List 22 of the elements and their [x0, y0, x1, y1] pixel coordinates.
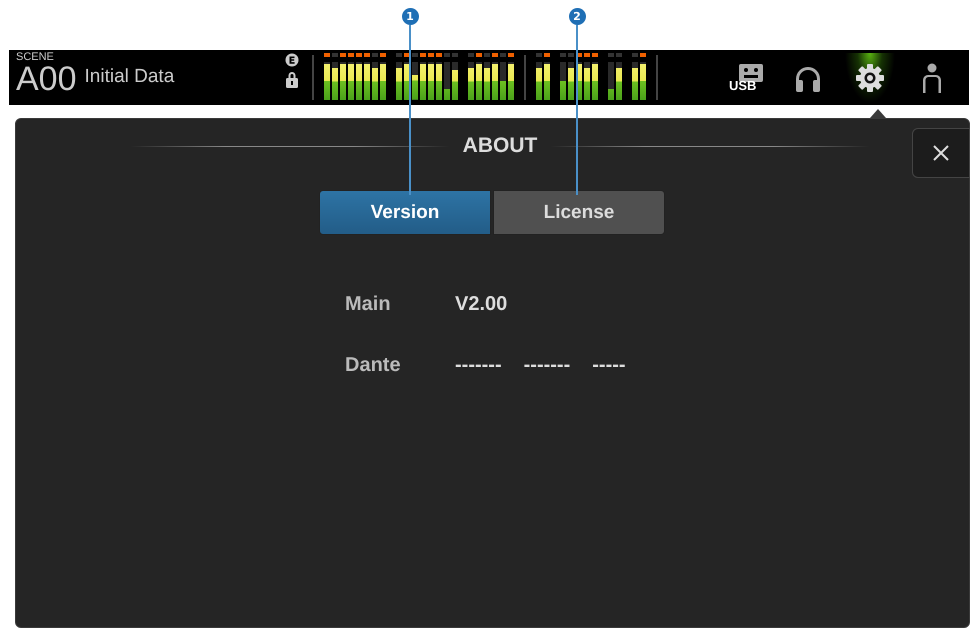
info-value: ------- [524, 354, 570, 377]
callout-marker: 2 [568, 8, 586, 25]
info-label: Dante [345, 354, 402, 377]
usb-button[interactable]: USB [721, 52, 771, 102]
cassette-icon [737, 64, 763, 82]
e-circle-icon [285, 53, 299, 67]
info-value: ------- [455, 354, 502, 377]
callout-marker: 1 [402, 8, 418, 25]
user-icon [921, 62, 943, 92]
scene-name[interactable]: Initial Data [84, 66, 174, 88]
settings-icon [856, 64, 884, 92]
tab[interactable]: License [493, 190, 665, 235]
scene-label: SCENE [16, 52, 55, 63]
tab[interactable]: Version [319, 190, 491, 235]
scene-number[interactable]: A00 [16, 60, 76, 99]
info-value: V2.00 [455, 293, 508, 316]
close-icon [932, 144, 950, 162]
info-label: Main [345, 293, 392, 316]
info-value: ----- [592, 354, 626, 377]
panel-title: ABOUT [462, 134, 538, 158]
lock-icon [285, 71, 299, 88]
close-button[interactable] [912, 128, 970, 178]
